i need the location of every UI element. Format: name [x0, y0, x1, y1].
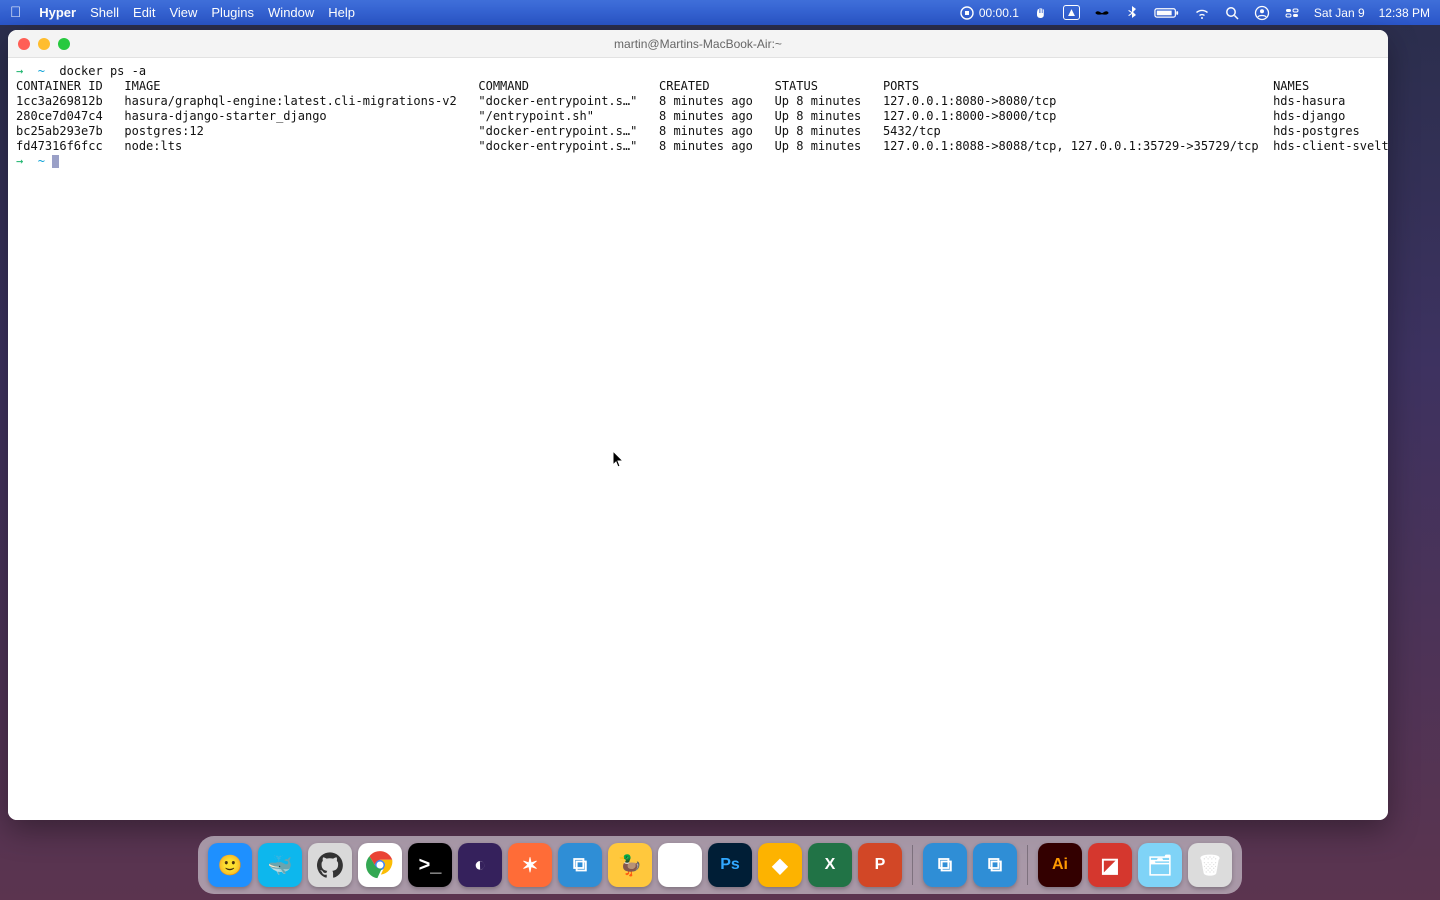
dock-app-chrome[interactable]	[358, 843, 402, 887]
dock-app-rubber[interactable]: 🦆	[608, 843, 652, 887]
dock: 🙂🐳>_◐✶⧉🦆✕Ps◆XP⧉⧉Ai◪🗂🗑	[198, 836, 1242, 894]
dock-app-powerpoint[interactable]: P	[858, 843, 902, 887]
apple-menu-icon[interactable]: 	[10, 4, 25, 21]
dock-app-excel[interactable]: X	[808, 843, 852, 887]
window-title: martin@Martins-MacBook-Air:~	[8, 37, 1388, 51]
menubar-item-shell[interactable]: Shell	[90, 5, 119, 20]
status-controlcenter-icon[interactable]	[1284, 5, 1300, 21]
dock-app-sketch[interactable]: ◆	[758, 843, 802, 887]
status-user-icon[interactable]	[1254, 5, 1270, 21]
status-date[interactable]: Sat Jan 9	[1314, 6, 1365, 20]
status-battery-icon[interactable]	[1154, 5, 1180, 21]
terminal-body[interactable]: → ~ docker ps -a CONTAINER ID IMAGE COMM…	[8, 58, 1388, 820]
dock-app-vscode2[interactable]: ⧉	[973, 843, 1017, 887]
menubar-app[interactable]: Hyper	[39, 5, 76, 20]
window-titlebar[interactable]: martin@Martins-MacBook-Air:~	[8, 30, 1388, 58]
dock-app-mixer[interactable]: ✕	[658, 843, 702, 887]
terminal-window: martin@Martins-MacBook-Air:~ → ~ docker …	[8, 30, 1388, 820]
menubar-item-plugins[interactable]: Plugins	[211, 5, 254, 20]
dock-app-photoshop[interactable]: Ps	[708, 843, 752, 887]
dock-app-postman[interactable]: ✶	[508, 843, 552, 887]
status-spotlight-icon[interactable]	[1224, 5, 1240, 21]
status-triangle-icon[interactable]	[1063, 5, 1080, 20]
dock-app-illustrator[interactable]: Ai	[1038, 843, 1082, 887]
dock-app-firefox[interactable]: ◐	[458, 843, 502, 887]
status-hand-icon[interactable]	[1033, 5, 1049, 21]
record-time: 00:00.1	[979, 6, 1019, 20]
menubar-item-view[interactable]: View	[169, 5, 197, 20]
dock-app-hyper[interactable]: >_	[408, 843, 452, 887]
dock-app-folder[interactable]: 🗂	[1138, 843, 1182, 887]
dock-app-github[interactable]	[308, 843, 352, 887]
status-mustache-icon[interactable]	[1094, 5, 1110, 21]
status-wifi-icon[interactable]	[1194, 5, 1210, 21]
menubar-item-edit[interactable]: Edit	[133, 5, 155, 20]
dock-separator	[1027, 845, 1028, 885]
status-record[interactable]: 00:00.1	[959, 5, 1019, 21]
mouse-pointer-icon	[612, 450, 626, 470]
status-time[interactable]: 12:38 PM	[1379, 6, 1430, 20]
status-bluetooth-icon[interactable]	[1124, 5, 1140, 21]
menubar-item-window[interactable]: Window	[268, 5, 314, 20]
dock-app-finder[interactable]: 🙂	[208, 843, 252, 887]
dock-app-trash[interactable]: 🗑	[1188, 843, 1232, 887]
menubar:  Hyper Shell Edit View Plugins Window H…	[0, 0, 1440, 25]
dock-app-vscode[interactable]: ⧉	[923, 843, 967, 887]
dock-app-docker[interactable]: 🐳	[258, 843, 302, 887]
dock-app-mystery[interactable]: ◪	[1088, 843, 1132, 887]
menubar-item-help[interactable]: Help	[328, 5, 355, 20]
record-icon	[959, 5, 975, 21]
dock-separator	[912, 845, 913, 885]
dock-app-vscode[interactable]: ⧉	[558, 843, 602, 887]
